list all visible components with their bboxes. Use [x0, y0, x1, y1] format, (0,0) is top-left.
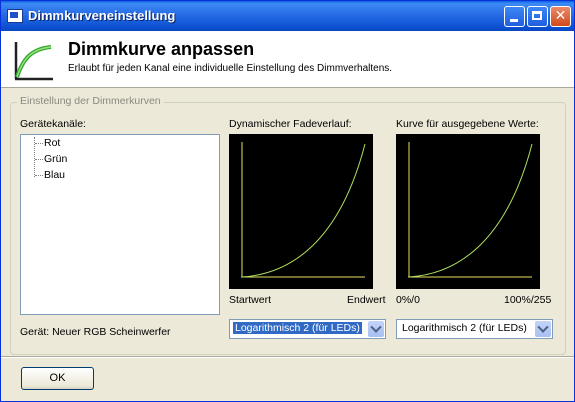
tree-item-rot[interactable]: Rot	[44, 137, 60, 149]
tree-item-gruen[interactable]: Grün	[44, 153, 67, 165]
fade-curve-graph[interactable]	[229, 134, 373, 289]
chevron-down-icon[interactable]	[535, 321, 551, 337]
device-label: Gerät: Neuer RGB Scheinwerfer	[20, 326, 171, 338]
fade-curve-select-value: Logarithmisch 2 (für LEDs)	[233, 322, 362, 334]
ok-button[interactable]: OK	[21, 367, 94, 390]
title-bar[interactable]: Dimmkurveneinstellung ✕	[1, 1, 574, 31]
output-curve-select-value: Logarithmisch 2 (für LEDs)	[402, 322, 527, 334]
app-icon[interactable]	[7, 9, 23, 23]
close-button[interactable]: ✕	[550, 6, 571, 27]
dimmer-curve-icon	[14, 42, 53, 81]
fade-curve-line	[241, 143, 366, 278]
minimize-button[interactable]	[504, 6, 525, 27]
fade-curve-select[interactable]: Logarithmisch 2 (für LEDs)	[229, 319, 386, 339]
channels-label: Gerätekanäle:	[20, 118, 86, 130]
dialog-window: Dimmkurveneinstellung ✕ Dimmkurve anpass…	[0, 0, 575, 402]
output-curve-svg	[408, 142, 533, 278]
fade-start-label: Startwert	[229, 294, 272, 306]
channel-tree[interactable]: Rot Grün Blau	[20, 134, 220, 315]
group-legend: Einstellung der Dimmerkurven	[17, 95, 164, 107]
page-title: Dimmkurve anpassen	[68, 39, 255, 59]
footer-separator	[1, 356, 574, 358]
output-graph-label: Kurve für ausgegebene Werte:	[396, 118, 539, 130]
close-icon: ✕	[554, 8, 567, 24]
chevron-down-icon[interactable]	[368, 321, 384, 337]
tree-connector	[35, 159, 43, 160]
output-end-label: 100%/255	[504, 294, 552, 306]
window-title: Dimmkurveneinstellung	[28, 8, 176, 23]
minimize-icon	[510, 19, 518, 22]
fade-end-label: Endwert	[347, 294, 386, 306]
tree-connector	[35, 143, 43, 144]
output-curve-select[interactable]: Logarithmisch 2 (für LEDs)	[396, 319, 553, 339]
fade-graph-label: Dynamischer Fadeverlauf:	[229, 118, 352, 130]
tree-connector	[35, 175, 43, 176]
page-subtitle: Erlaubt für jeden Kanal eine individuell…	[68, 63, 393, 74]
output-curve-graph[interactable]	[396, 134, 540, 289]
maximize-button[interactable]	[527, 6, 548, 27]
maximize-icon	[532, 11, 542, 20]
output-curve-line	[408, 143, 533, 278]
header-panel: Dimmkurve anpassen Erlaubt für jeden Kan…	[1, 31, 574, 88]
fade-curve-svg	[241, 142, 366, 278]
tree-item-blau[interactable]: Blau	[44, 169, 65, 181]
output-start-label: 0%/0	[396, 294, 420, 306]
